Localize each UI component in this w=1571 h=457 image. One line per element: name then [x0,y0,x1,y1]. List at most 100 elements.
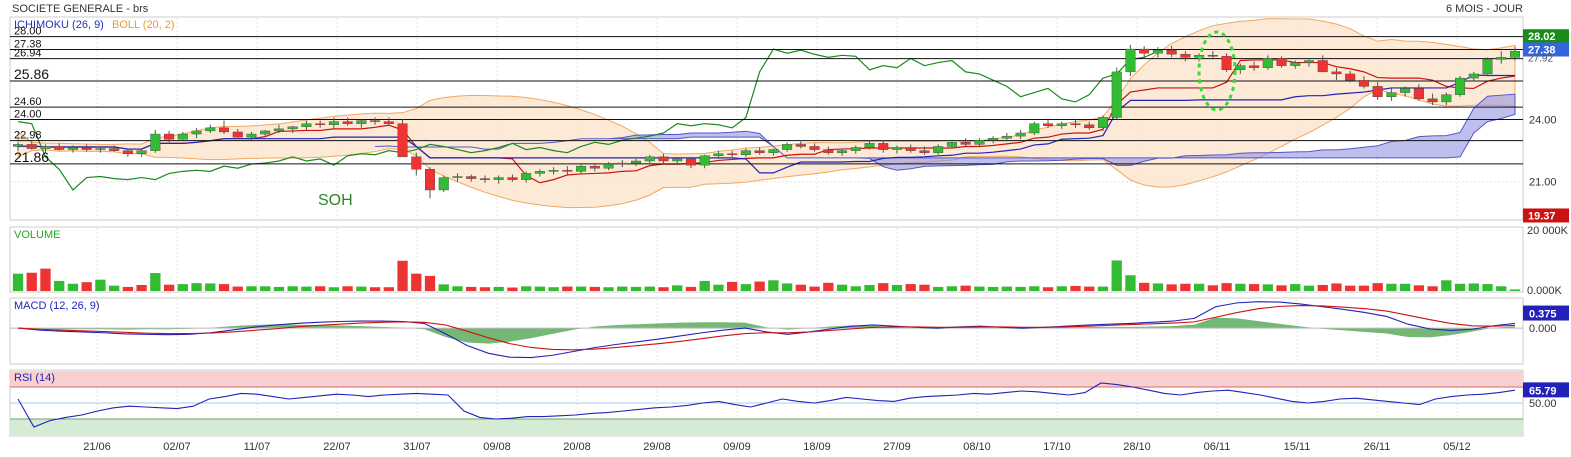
candle-body [1317,60,1328,73]
volume-tick-label: 0.000K [1527,285,1563,297]
candle-body [67,147,78,150]
candle-body [54,146,65,150]
volume-bar [424,275,436,291]
candle-body [411,156,422,170]
candle-body [850,147,861,151]
date-label: 27/09 [883,441,911,453]
volume-bar [191,283,202,291]
candle-body [1111,71,1122,118]
volume-bar [136,285,147,291]
volume-bar [1180,283,1191,291]
candle-body [1056,123,1067,126]
volume-bar [1015,286,1026,291]
volume-bar [1207,285,1219,291]
candle-body [1043,123,1054,126]
candle-body [754,150,765,153]
candle-body [328,121,339,125]
chart-title: SOCIETE GENERALE - brs [12,3,149,15]
candle-body [768,149,779,153]
candle-body [562,170,573,172]
volume-bar [589,286,600,291]
date-label: 08/10 [963,441,991,453]
candle-body [164,133,175,140]
date-label: 22/07 [323,441,351,453]
candle-body [891,147,902,150]
price-tick-label: 21.00 [1529,177,1557,189]
price-badge-label: 28.02 [1528,31,1556,43]
rsi-tick-label: 50.00 [1529,398,1557,410]
volume-bar [754,281,765,291]
candle-body [1276,58,1287,66]
candle-body [534,171,545,174]
volume-bar [356,286,367,291]
candle-body [1345,73,1356,81]
candle-body [919,150,930,153]
candle-body [136,150,147,154]
candle-body [960,142,971,145]
date-label: 31/07 [403,441,431,453]
volume-bar [1372,283,1383,291]
volume-bar [493,286,504,291]
candle-body [315,123,326,125]
date-label: 26/11 [1364,441,1391,453]
candle-body [974,140,985,145]
volume-bar [260,286,271,291]
candle-body [1358,79,1369,87]
volume-bar [891,285,903,291]
volume-bar [54,280,65,291]
volume-bar [369,287,381,291]
candle-body [1001,135,1012,139]
volume-bar [809,286,820,291]
candle-body [1235,65,1246,71]
volume-bar [1070,285,1081,291]
volume-bar [1248,284,1260,291]
candle-body [837,150,848,153]
candle-body [617,162,628,165]
volume-bar [781,283,793,291]
volume-bar [1509,289,1521,291]
volume-bar [1097,286,1109,291]
volume-bar [685,286,697,291]
candle-body [109,148,120,151]
candle-body [521,173,532,180]
volume-bar [232,286,243,291]
volume-bar [1303,285,1315,291]
candle-body [466,176,477,179]
volume-bar [1042,287,1054,291]
macd-badge-label: 0.375 [1529,309,1557,321]
volume-bar [1290,284,1301,291]
candle-body [809,146,820,150]
date-label: 05/12 [1443,441,1471,453]
volume-bar [1111,260,1122,291]
volume-bar [1496,286,1507,291]
candle-body [383,121,394,124]
candle-body [1441,94,1452,103]
candle-body [177,133,188,140]
volume-bar [122,286,134,291]
volume-bar [919,284,930,291]
candle-body [933,146,944,153]
rsi-lines [10,371,1523,435]
candle-body [1097,117,1108,129]
volume-bar [974,286,985,291]
candle-body [1152,49,1163,54]
candle-body [1207,55,1218,57]
candle-body [644,156,655,162]
date-label: 29/08 [643,441,671,453]
candle-body [438,177,449,191]
candle-body [1180,54,1191,58]
volume-bar [26,272,37,291]
volume-bar [1441,280,1452,291]
candle-body [273,128,284,132]
ichimoku-label: ICHIMOKU (26, 9) [14,19,104,31]
volume-bar [397,260,408,291]
volume-bar [946,286,958,291]
level-label: 25.86 [14,66,49,82]
volume-bar [617,286,628,291]
volume-bar [314,286,326,291]
volume-bar [534,286,546,291]
volume-bar [1413,285,1425,291]
period-label: 6 MOIS - JOUR [1446,3,1523,15]
candle-body [493,177,504,180]
boll-label: BOLL (20, 2) [112,19,175,31]
